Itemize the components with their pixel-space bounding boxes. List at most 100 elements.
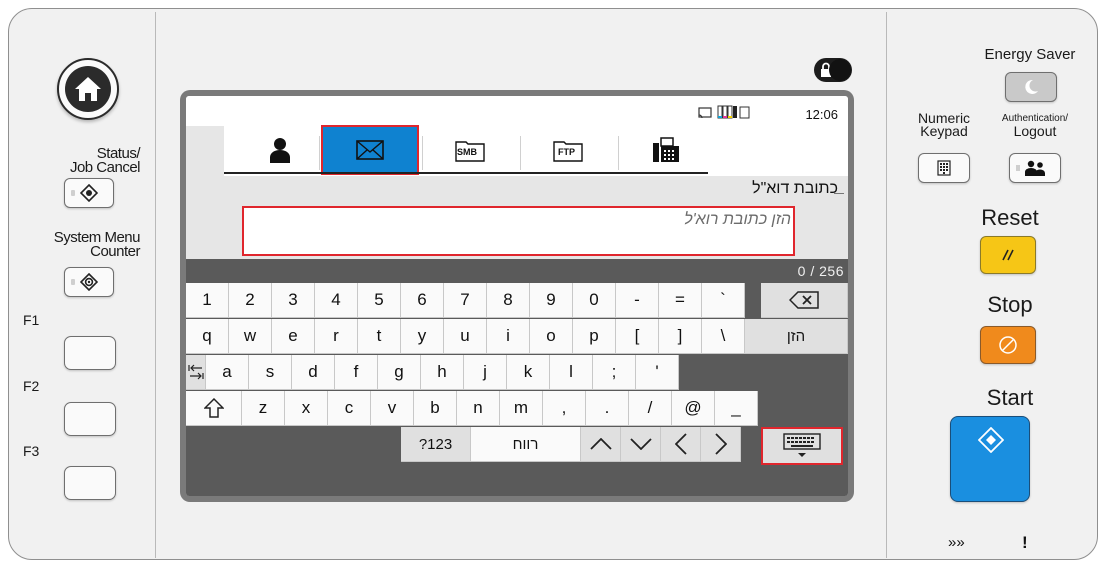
key-left-bracket[interactable]: [ xyxy=(616,319,659,354)
key-b[interactable]: b xyxy=(414,391,457,426)
key-1[interactable]: 1 xyxy=(186,283,229,318)
tab-smb[interactable]: SMB xyxy=(422,126,518,174)
key-i[interactable]: i xyxy=(487,319,530,354)
key-s[interactable]: s xyxy=(249,355,292,390)
ftp-folder-icon: FTP xyxy=(553,138,583,162)
stop-button[interactable] xyxy=(980,326,1036,364)
enter-key[interactable]: הזן xyxy=(745,319,848,354)
key-h[interactable]: h xyxy=(421,355,464,390)
backspace-icon xyxy=(789,291,819,309)
cursor-left-key[interactable] xyxy=(661,427,701,462)
f3-button[interactable] xyxy=(64,466,116,500)
key-n[interactable]: n xyxy=(457,391,500,426)
key-t[interactable]: t xyxy=(358,319,401,354)
key-9[interactable]: 9 xyxy=(530,283,573,318)
fax-icon xyxy=(653,137,679,162)
key-o[interactable]: o xyxy=(530,319,573,354)
f1-label: F1 xyxy=(23,312,40,328)
key-backtick[interactable]: ` xyxy=(702,283,745,318)
key-f[interactable]: f xyxy=(335,355,378,390)
key-p[interactable]: p xyxy=(573,319,616,354)
key-r[interactable]: r xyxy=(315,319,358,354)
key-l[interactable]: l xyxy=(550,355,593,390)
toner-icon xyxy=(717,105,737,119)
email-address-field[interactable] xyxy=(242,206,795,256)
key-slash[interactable]: / xyxy=(629,391,672,426)
chevron-left-icon xyxy=(674,433,687,455)
key-comma[interactable]: , xyxy=(543,391,586,426)
key-m[interactable]: m xyxy=(500,391,543,426)
virtual-keyboard: 1 2 3 4 5 6 7 8 9 0 - = ` q w e r t y u … xyxy=(186,283,848,496)
left-button-column: Status/ Job Cancel System Menu Counter F… xyxy=(0,0,155,565)
tab-ftp[interactable]: FTP xyxy=(520,126,616,174)
tab-key[interactable] xyxy=(186,355,206,390)
key-y[interactable]: y xyxy=(401,319,444,354)
key-at[interactable]: @ xyxy=(672,391,715,426)
lock-toggle[interactable] xyxy=(814,58,852,82)
shift-key[interactable] xyxy=(186,391,242,426)
f2-label: F2 xyxy=(23,378,40,394)
key-5[interactable]: 5 xyxy=(358,283,401,318)
authentication-logout-button[interactable] xyxy=(1009,153,1061,183)
key-underscore[interactable]: _ xyxy=(715,391,758,426)
left-divider xyxy=(155,12,156,558)
key-3[interactable]: 3 xyxy=(272,283,315,318)
key-period[interactable]: . xyxy=(586,391,629,426)
tab-email[interactable] xyxy=(321,125,419,175)
cursor-down-key[interactable] xyxy=(621,427,661,462)
authentication-logout-label: Authentication/ Logout xyxy=(1001,113,1069,139)
reset-button[interactable] xyxy=(980,236,1036,274)
cursor-right-key[interactable] xyxy=(701,427,741,462)
key-apostrophe[interactable]: ' xyxy=(636,355,679,390)
character-counter: 0 / 256 xyxy=(797,263,844,279)
touch-screen: 12:06 SMB FTP כתובת דוא"ל הזן כתובת רוא'… xyxy=(186,96,848,496)
key-semicolon[interactable]: ; xyxy=(593,355,636,390)
email-input[interactable] xyxy=(244,208,793,232)
start-button[interactable] xyxy=(950,416,1030,502)
space-key[interactable]: רווח xyxy=(471,427,581,462)
tab-address-book[interactable] xyxy=(232,126,328,174)
key-equals[interactable]: = xyxy=(659,283,702,318)
key-u[interactable]: u xyxy=(444,319,487,354)
key-0[interactable]: 0 xyxy=(573,283,616,318)
key-d[interactable]: d xyxy=(292,355,335,390)
character-counter-bar: 0 / 256 xyxy=(186,259,848,283)
forward-indicator-icon: »» xyxy=(948,534,965,551)
key-k[interactable]: k xyxy=(507,355,550,390)
system-menu-counter-button[interactable] xyxy=(64,267,114,297)
key-q[interactable]: q xyxy=(186,319,229,354)
hide-keyboard-key[interactable] xyxy=(761,427,843,465)
status-job-cancel-button[interactable] xyxy=(64,178,114,208)
backspace-key[interactable] xyxy=(761,283,848,318)
symbols-mode-key[interactable]: ?123 xyxy=(401,427,471,462)
key-v[interactable]: v xyxy=(371,391,414,426)
key-2[interactable]: 2 xyxy=(229,283,272,318)
key-g[interactable]: g xyxy=(378,355,421,390)
key-w[interactable]: w xyxy=(229,319,272,354)
home-button[interactable] xyxy=(57,58,119,120)
start-diamond-icon xyxy=(978,427,1004,453)
cursor-up-key[interactable] xyxy=(581,427,621,462)
key-6[interactable]: 6 xyxy=(401,283,444,318)
paper-icon xyxy=(739,106,750,119)
energy-saver-label: Energy Saver xyxy=(984,46,1076,63)
key-c[interactable]: c xyxy=(328,391,371,426)
f1-button[interactable] xyxy=(64,336,116,370)
numeric-keypad-button[interactable] xyxy=(918,153,970,183)
tab-fax[interactable] xyxy=(618,126,714,174)
f2-button[interactable] xyxy=(64,402,116,436)
key-x[interactable]: x xyxy=(285,391,328,426)
key-j[interactable]: j xyxy=(464,355,507,390)
key-z[interactable]: z xyxy=(242,391,285,426)
key-7[interactable]: 7 xyxy=(444,283,487,318)
key-4[interactable]: 4 xyxy=(315,283,358,318)
key-minus[interactable]: - xyxy=(616,283,659,318)
energy-saver-button[interactable] xyxy=(1005,72,1057,102)
home-icon xyxy=(65,66,111,112)
cast-icon xyxy=(698,107,712,119)
key-backslash[interactable]: \ xyxy=(702,319,745,354)
key-e[interactable]: e xyxy=(272,319,315,354)
key-right-bracket[interactable]: ] xyxy=(659,319,702,354)
key-a[interactable]: a xyxy=(206,355,249,390)
key-8[interactable]: 8 xyxy=(487,283,530,318)
